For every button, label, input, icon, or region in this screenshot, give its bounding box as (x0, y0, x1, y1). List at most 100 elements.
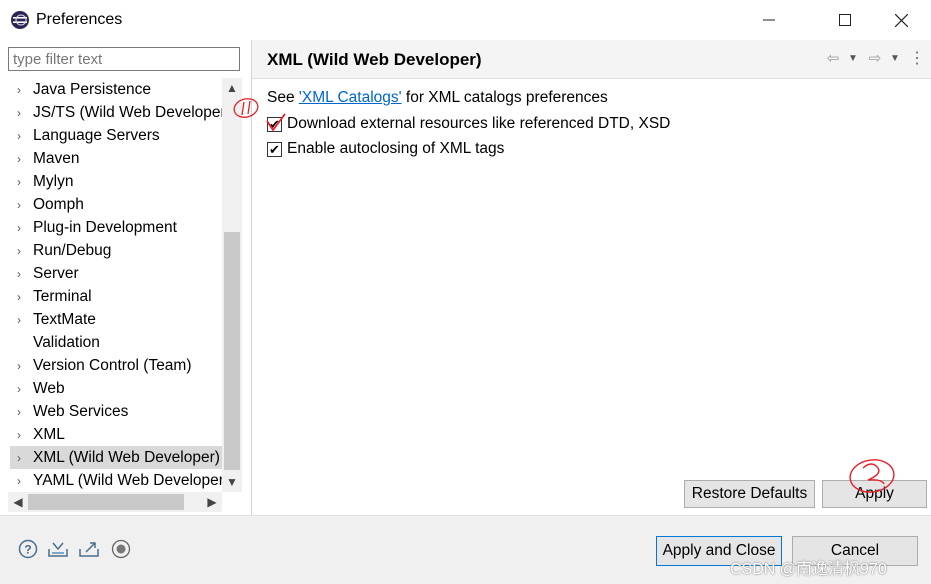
minimize-button[interactable] (746, 0, 792, 40)
help-icon[interactable]: ? (17, 538, 39, 560)
tree-item-label: Web (33, 379, 65, 397)
tree-item[interactable]: › TextMate (10, 308, 222, 331)
tree-item-label: Language Servers (33, 126, 160, 144)
tree-item[interactable]: › Java Persistence (10, 78, 222, 101)
maximize-button[interactable] (822, 0, 868, 40)
svg-text:?: ? (24, 543, 31, 557)
expand-chevron-icon[interactable]: › (10, 285, 28, 308)
expand-chevron-icon[interactable]: › (10, 262, 28, 285)
catalogs-hint: See 'XML Catalogs' for XML catalogs pref… (267, 89, 608, 107)
forward-dropdown-icon[interactable]: ▼ (886, 49, 904, 67)
tree-item-label: Version Control (Team) (33, 356, 192, 374)
tree-item[interactable]: › Oomph (10, 193, 222, 216)
forward-arrow-icon[interactable]: ⇨ (866, 49, 884, 67)
tree-item-label: Terminal (33, 287, 92, 305)
import-icon[interactable] (47, 538, 69, 560)
tree-item[interactable]: › Server (10, 262, 222, 285)
scroll-left-icon[interactable]: ◀ (8, 492, 28, 512)
tree-item-label: XML (Wild Web Developer) (33, 448, 220, 466)
filter-input[interactable] (8, 47, 240, 71)
tree-item[interactable]: Validation (10, 331, 222, 354)
expand-chevron-icon[interactable]: › (10, 354, 28, 377)
expand-chevron-icon[interactable]: › (10, 170, 28, 193)
see-suffix: for XML catalogs preferences (401, 89, 608, 106)
tree-item-label: Maven (33, 149, 80, 167)
dialog-content: › Java Persistence › JS/TS (Wild Web Develo… (0, 40, 931, 515)
tree-item-label: YAML (Wild Web Developer) (33, 471, 222, 489)
tree-item[interactable]: › Run/Debug (10, 239, 222, 262)
autoclosing-checkbox[interactable]: ✔ (267, 141, 282, 157)
expand-chevron-icon[interactable]: › (10, 193, 28, 216)
tree-item[interactable]: › YAML (Wild Web Developer) (10, 469, 222, 492)
preference-page: XML (Wild Web Developer) ⇦ ▼ ⇨ ▼ ⋮ See '… (252, 40, 931, 515)
expand-chevron-icon[interactable]: › (10, 446, 28, 469)
tree-item-label: Server (33, 264, 79, 282)
expand-chevron-icon[interactable]: › (10, 216, 28, 239)
tree-item[interactable]: › Language Servers (10, 124, 222, 147)
expand-chevron-icon[interactable]: › (10, 78, 28, 101)
hscroll-thumb[interactable] (28, 494, 184, 510)
preferences-tree: › Java Persistence › JS/TS (Wild Web Develo… (10, 78, 222, 492)
tree-vertical-scrollbar[interactable]: ▲ ▼ (222, 78, 242, 492)
tree-item-label: Validation (33, 333, 100, 351)
autoclosing-option[interactable]: ✔ Enable autoclosing of XML tags (267, 140, 504, 158)
window-title: Preferences (36, 11, 123, 28)
eclipse-icon (11, 11, 29, 29)
tree-item-label: Run/Debug (33, 241, 112, 259)
download-resources-option[interactable]: ✔ Download external resources like refer… (267, 115, 670, 133)
xml-catalogs-link[interactable]: 'XML Catalogs' (299, 89, 402, 106)
tree-item[interactable]: › Mylyn (10, 170, 222, 193)
scroll-down-icon[interactable]: ▼ (222, 472, 242, 492)
scroll-thumb[interactable] (224, 232, 240, 470)
download-resources-label: Download external resources like referen… (287, 115, 671, 132)
tree-item[interactable]: › XML (10, 423, 222, 446)
restore-defaults-button[interactable]: Restore Defaults (684, 480, 815, 508)
tree-horizontal-scrollbar[interactable]: ◀ ▶ (8, 492, 222, 512)
tree-item[interactable]: › XML (Wild Web Developer) (10, 446, 222, 469)
expand-chevron-icon[interactable]: › (10, 400, 28, 423)
tree-item-label: Mylyn (33, 172, 74, 190)
expand-chevron-icon[interactable]: › (10, 147, 28, 170)
expand-chevron-icon[interactable]: › (10, 124, 28, 147)
tree-item-label: JS/TS (Wild Web Developer) (33, 103, 222, 121)
tree-item-label: XML (33, 425, 65, 443)
tree-item-label: Plug-in Development (33, 218, 177, 236)
tree-item[interactable]: › Terminal (10, 285, 222, 308)
scroll-right-icon[interactable]: ▶ (202, 492, 222, 512)
tree-item-label: Java Persistence (33, 80, 152, 98)
watermark: CSDN @南逸清枫970 (730, 561, 887, 578)
tree-item-label: Oomph (33, 195, 84, 213)
expand-chevron-icon[interactable]: › (10, 423, 28, 446)
record-icon[interactable] (110, 538, 132, 560)
tree-item[interactable]: › JS/TS (Wild Web Developer) (10, 101, 222, 124)
back-arrow-icon[interactable]: ⇦ (824, 49, 842, 67)
tree-item[interactable]: › Web Services (10, 400, 222, 423)
expand-chevron-icon[interactable]: › (10, 101, 28, 124)
title-bar: Preferences (0, 0, 931, 40)
minimize-icon (763, 19, 775, 21)
scroll-up-icon[interactable]: ▲ (222, 78, 242, 98)
apply-button[interactable]: Apply (822, 480, 927, 508)
maximize-icon (839, 14, 851, 26)
expand-chevron-icon[interactable]: › (10, 377, 28, 400)
expand-chevron-icon[interactable]: › (10, 469, 28, 492)
expand-chevron-icon[interactable]: › (10, 239, 28, 262)
tree-item[interactable]: › Web (10, 377, 222, 400)
download-resources-checkbox[interactable]: ✔ (267, 116, 282, 132)
autoclosing-label: Enable autoclosing of XML tags (287, 140, 505, 157)
close-button[interactable] (878, 0, 924, 40)
back-dropdown-icon[interactable]: ▼ (844, 49, 862, 67)
page-header: XML (Wild Web Developer) ⇦ ▼ ⇨ ▼ ⋮ (252, 40, 931, 79)
tree-item[interactable]: › Maven (10, 147, 222, 170)
close-icon (894, 13, 908, 27)
export-icon[interactable] (78, 538, 100, 560)
page-title: XML (Wild Web Developer) (267, 50, 482, 69)
view-menu-icon[interactable]: ⋮ (908, 49, 926, 67)
preferences-tree-pane: › Java Persistence › JS/TS (Wild Web Develo… (0, 40, 252, 515)
tree-item[interactable]: › Plug-in Development (10, 216, 222, 239)
tree-item[interactable]: › Version Control (Team) (10, 354, 222, 377)
expand-chevron-icon[interactable]: › (10, 308, 28, 331)
tree-item-label: Web Services (33, 402, 129, 420)
tree-item-label: TextMate (33, 310, 96, 328)
